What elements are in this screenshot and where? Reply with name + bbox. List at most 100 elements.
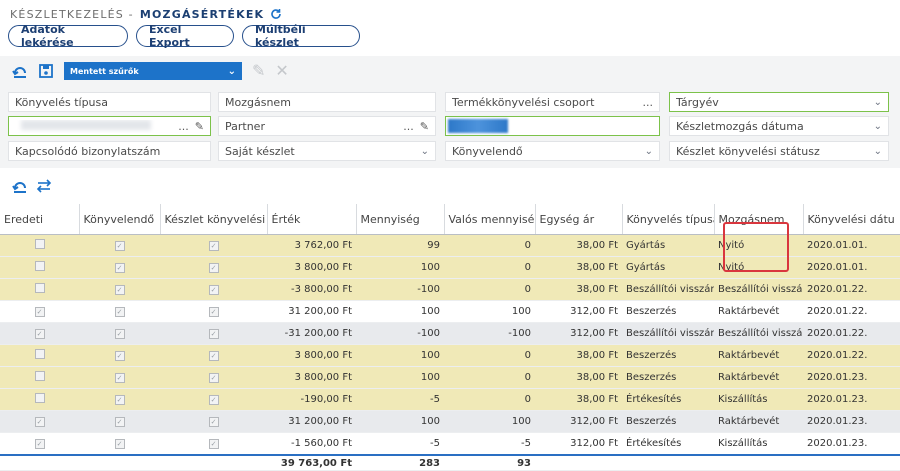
edit-icon[interactable]: ✎ <box>195 120 204 133</box>
cell-value: -3 800,00 Ft <box>267 278 356 301</box>
lookup-dots-icon[interactable]: ... <box>178 120 189 133</box>
checkbox[interactable]: ✓ <box>114 373 125 383</box>
lookup-dots-icon[interactable]: ... <box>403 120 414 133</box>
cell-movement-type: Kiszállítás <box>714 388 803 411</box>
cell-value: 3 800,00 Ft <box>267 366 356 389</box>
stock-posting-status-field[interactable]: Készlet könyvelési státusz ⌄ <box>669 141 889 161</box>
col-header[interactable]: Mennyiség <box>356 204 445 235</box>
checkbox[interactable]: ✓ <box>114 329 125 339</box>
cell-booking-type: Beszerzés <box>622 300 714 323</box>
checkbox[interactable]: ✓ <box>208 263 219 273</box>
checkbox[interactable]: ✓ <box>208 329 219 339</box>
reset-icon[interactable] <box>12 178 28 194</box>
cell-original <box>0 234 79 257</box>
excel-export-button[interactable]: Excel Export <box>136 23 234 49</box>
table-row[interactable]: ✓ ✓ ✓ -1 560,00 Ft -5 -5 312,00 Ft Értékesítés K… <box>0 432 900 456</box>
saved-filters-label: Mentett szűrők <box>70 66 139 76</box>
own-stock-field[interactable]: Saját készlet ⌄ <box>218 141 436 161</box>
checkbox[interactable]: ✓ <box>114 439 125 449</box>
checkbox[interactable]: ✓ <box>208 351 219 361</box>
movement-type-field[interactable]: Mozgásnem <box>218 92 436 112</box>
cell-stock-status: ✓ <box>160 432 267 456</box>
edit-icon[interactable]: ✎ <box>252 63 265 79</box>
col-header[interactable]: Könyvelési dátu <box>803 204 900 235</box>
checkbox[interactable]: ✓ <box>208 373 219 383</box>
cell-movement-type: Kiszállítás <box>714 432 803 456</box>
checkbox[interactable] <box>34 371 45 381</box>
table-row[interactable]: ✓ ✓ -3 800,00 Ft -100 0 38,00 Ft Beszállítói v… <box>0 278 900 301</box>
lookup-dots-icon[interactable]: ... <box>643 96 654 109</box>
checkbox[interactable] <box>34 261 45 271</box>
cell-postable: ✓ <box>79 278 160 301</box>
booking-type-field[interactable]: Könyvelés típusa <box>8 92 211 112</box>
partner-field[interactable]: Partner ... ✎ <box>218 116 436 136</box>
checkbox[interactable]: ✓ <box>114 417 125 427</box>
checkbox[interactable]: ✓ <box>114 307 125 317</box>
cell-value: 31 200,00 Ft <box>267 410 356 433</box>
table-row[interactable]: ✓ ✓ ✓ -31 200,00 Ft -100 -100 312,00 Ft Beszáll… <box>0 322 900 345</box>
col-header[interactable]: Könyvelendő <box>79 204 161 235</box>
checkbox[interactable]: ✓ <box>114 351 125 361</box>
table-row[interactable]: ✓ ✓ 3 800,00 Ft 100 0 38,00 Ft Beszerzés Raktár… <box>0 344 900 367</box>
product-group-field[interactable]: Termékkönyvelési csoport ... <box>445 92 660 112</box>
checkbox[interactable] <box>34 349 45 359</box>
swap-icon[interactable] <box>36 178 52 194</box>
year-field[interactable]: Tárgyév ⌄ <box>669 92 889 112</box>
refresh-icon[interactable] <box>270 8 282 20</box>
cell-stock-status: ✓ <box>160 300 267 323</box>
cell-booking-type: Értékesítés <box>622 432 714 456</box>
cell-value: -1 560,00 Ft <box>267 432 356 456</box>
checkbox[interactable]: ✓ <box>208 439 219 449</box>
col-header[interactable]: Könyvelés típusa <box>622 204 715 235</box>
col-header[interactable]: Eredeti <box>0 204 80 235</box>
checkbox[interactable]: ✓ <box>34 417 45 427</box>
cell-real-quantity: 100 <box>444 300 535 323</box>
reset-icon[interactable] <box>12 63 28 79</box>
delete-icon[interactable]: ✕ <box>275 63 288 79</box>
checkbox[interactable]: ✓ <box>208 241 219 251</box>
checkbox[interactable]: ✓ <box>114 241 125 251</box>
checkbox[interactable] <box>34 283 45 293</box>
cell-booking-date: 2020.01.22. <box>803 344 900 367</box>
col-header[interactable]: Érték <box>267 204 357 235</box>
warehouse-field[interactable] <box>445 116 660 136</box>
postable-field[interactable]: Könyvelendő ⌄ <box>445 141 660 161</box>
cell-original <box>0 366 79 389</box>
checkbox[interactable]: ✓ <box>34 307 45 317</box>
checkbox[interactable] <box>34 239 45 249</box>
checkbox[interactable]: ✓ <box>114 395 125 405</box>
checkbox[interactable]: ✓ <box>208 307 219 317</box>
item-field[interactable]: ... ✎ <box>8 116 211 136</box>
cell-postable: ✓ <box>79 344 160 367</box>
total-quantity: 283 <box>356 454 444 471</box>
blurred-value <box>21 119 151 130</box>
checkbox[interactable]: ✓ <box>34 329 45 339</box>
edit-icon[interactable]: ✎ <box>420 120 429 133</box>
table-row[interactable]: ✓ ✓ ✓ 31 200,00 Ft 100 100 312,00 Ft Beszerzés R… <box>0 300 900 323</box>
cell-quantity: 100 <box>356 410 444 433</box>
related-doc-field[interactable]: Kapcsolódó bizonylatszám <box>8 141 211 161</box>
checkbox[interactable]: ✓ <box>208 285 219 295</box>
table-row[interactable]: ✓ ✓ 3 800,00 Ft 100 0 38,00 Ft Beszerzés Raktár… <box>0 366 900 389</box>
chevron-down-icon: ⌄ <box>873 120 882 132</box>
checkbox[interactable] <box>34 393 45 403</box>
table-row[interactable]: ✓ ✓ -190,00 Ft -5 0 38,00 Ft Értékesítés Kiszál… <box>0 388 900 411</box>
checkbox[interactable]: ✓ <box>208 417 219 427</box>
checkbox[interactable]: ✓ <box>208 395 219 405</box>
fetch-data-button[interactable]: Adatok lekérése <box>8 23 128 49</box>
table-row[interactable]: ✓ ✓ ✓ 31 200,00 Ft 100 100 312,00 Ft Beszerzés R… <box>0 410 900 433</box>
saved-filters-dropdown[interactable]: Mentett szűrők ⌄ <box>64 62 242 80</box>
save-icon[interactable] <box>38 63 54 79</box>
checkbox[interactable]: ✓ <box>114 263 125 273</box>
col-header[interactable]: Valós mennyiség <box>444 204 536 235</box>
stock-movement-date-field[interactable]: Készletmozgás dátuma ⌄ <box>669 116 889 136</box>
checkbox[interactable]: ✓ <box>114 285 125 295</box>
action-buttons: Adatok lekérése Excel Export Múltbéli ké… <box>8 23 360 49</box>
col-header[interactable]: Készlet könyvelési s <box>160 204 268 235</box>
blurred-value <box>448 119 508 133</box>
col-header[interactable]: Egység ár <box>535 204 623 235</box>
checkbox[interactable]: ✓ <box>34 439 45 449</box>
past-stock-button[interactable]: Múltbéli készlet <box>242 23 360 49</box>
cell-value: 31 200,00 Ft <box>267 300 356 323</box>
cell-unit-price: 38,00 Ft <box>535 278 622 301</box>
